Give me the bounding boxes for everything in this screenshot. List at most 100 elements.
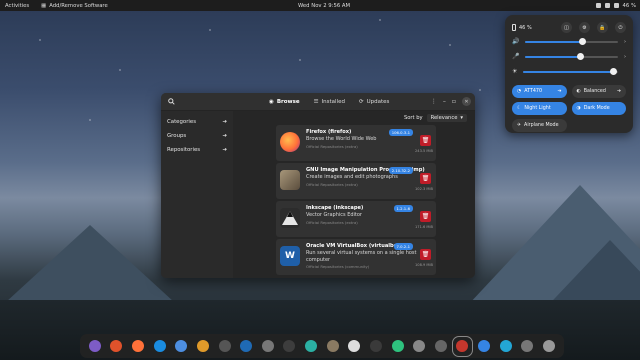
settings-launcher[interactable]	[411, 338, 428, 355]
power-mode-icon: ◐	[576, 89, 581, 94]
search-button[interactable]	[166, 97, 176, 107]
sidebar-item-categories[interactable]: Categories ➔	[161, 115, 233, 129]
trash-launcher[interactable]	[519, 338, 536, 355]
dark-mode-toggle[interactable]: ◑ Dark Mode	[571, 102, 626, 115]
slider-knob[interactable]	[609, 67, 617, 75]
edge-launcher[interactable]	[151, 338, 168, 355]
minimize-icon[interactable]: –	[443, 98, 446, 105]
budgie-launcher[interactable]	[86, 338, 103, 355]
terminal-launcher[interactable]	[281, 338, 298, 355]
list-item[interactable]: Inkscape (inkscape) Vector Graphics Edit…	[276, 201, 436, 237]
sort-dropdown[interactable]: Relevance ▾	[426, 114, 467, 122]
lock-icon[interactable]: 🔒	[597, 22, 608, 33]
app-grid-icon	[542, 340, 555, 352]
files-launcher[interactable]	[173, 338, 190, 355]
app-name: Firefox (firefox)	[306, 129, 352, 135]
volume-slider-row: 🔊 ›	[512, 34, 626, 49]
power-icon[interactable]: ⏻	[615, 22, 626, 33]
gimp-icon	[280, 170, 300, 190]
night-light-icon: ☾	[517, 106, 522, 111]
close-icon[interactable]: ✕	[462, 97, 471, 106]
list-item[interactable]: GNU Image Manipulation Program (gimp) Cr…	[276, 163, 436, 199]
dock	[80, 334, 564, 358]
slider-fill	[523, 70, 614, 73]
app-description: Create images and edit photographs	[306, 174, 398, 180]
software-center-launcher[interactable]	[303, 338, 320, 355]
mic-slider[interactable]	[525, 52, 618, 60]
chevron-right-icon[interactable]: ›	[624, 54, 626, 60]
gimp-launcher[interactable]	[324, 338, 341, 355]
tab-installed[interactable]: ☰ Installed	[308, 97, 351, 107]
brightness-slider[interactable]	[523, 67, 618, 75]
remove-button[interactable]: 🗑	[420, 173, 431, 184]
arrow-right-icon[interactable]: ➔	[617, 89, 621, 94]
screenshot-icon[interactable]: ◫	[561, 22, 572, 33]
night-light-toggle[interactable]: ☾ Night Light	[512, 102, 567, 115]
toggle-label: Balanced	[583, 89, 606, 94]
sidebar-item-label: Repositories	[167, 147, 201, 153]
list-item[interactable]: Firefox (firefox) Browse the World Wide …	[276, 125, 436, 161]
quick-settings-header: 46 % ◫ ⚙ 🔒 ⏻	[512, 21, 626, 34]
chevron-right-icon[interactable]: ›	[624, 39, 626, 45]
app-description: Browse the World Wide Web	[306, 136, 377, 142]
list-item[interactable]: W Oracle VM VirtualBox (virtualbox) Run …	[276, 239, 436, 275]
remove-button[interactable]: 🗑	[420, 135, 431, 146]
firefox-launcher[interactable]	[130, 338, 147, 355]
activities-button[interactable]: Activities	[5, 3, 29, 9]
terminal-icon	[283, 340, 296, 352]
software-launcher[interactable]	[451, 335, 473, 357]
system-tray[interactable]: 46 %	[595, 2, 636, 9]
menu-icon[interactable]: ⋮	[431, 98, 437, 105]
disk-launcher[interactable]	[432, 338, 449, 355]
photo-viewer-launcher[interactable]	[216, 338, 233, 355]
software-icon	[456, 340, 469, 352]
budgie-icon	[88, 340, 101, 352]
screenshot-icon	[261, 340, 274, 352]
app-size: 108.9 MiB	[415, 263, 433, 267]
layers-launcher[interactable]	[194, 338, 211, 355]
sidebar-item-repositories[interactable]: Repositories ➔	[161, 143, 233, 157]
wifi-icon: ◔	[517, 89, 522, 94]
globe-launcher[interactable]	[497, 338, 514, 355]
settings-icon[interactable]: ⚙	[579, 22, 590, 33]
quick-settings-menu: 46 % ◫ ⚙ 🔒 ⏻ 🔊 › 🎤 › ☀ ›	[505, 15, 633, 133]
dark-mode-icon: ◑	[576, 106, 581, 111]
volume-slider[interactable]	[525, 37, 618, 45]
clock[interactable]: Wed Nov 2 9:56 AM	[298, 3, 350, 9]
power-mode-toggle[interactable]: ◐ Balanced ➔	[571, 85, 626, 98]
qbittorrent-icon	[478, 340, 491, 352]
screenshot-launcher[interactable]	[259, 338, 276, 355]
virtualbox-launcher[interactable]	[238, 338, 255, 355]
arrow-right-icon[interactable]: ➔	[557, 89, 561, 94]
version-badge: 2.10.32-2	[388, 167, 413, 174]
remove-button[interactable]: 🗑	[420, 211, 431, 222]
garuda-launcher[interactable]	[108, 338, 125, 355]
search-icon	[167, 98, 175, 105]
maximize-icon[interactable]: ▫	[452, 98, 456, 105]
qbittorrent-launcher[interactable]	[476, 338, 493, 355]
arrow-right-icon: ➔	[222, 147, 227, 153]
tab-label: Installed	[321, 99, 345, 105]
app-list-panel: Sort by Relevance ▾ Firefox (firefox) Br…	[233, 111, 475, 278]
virtualbox-icon: W	[280, 246, 300, 266]
remove-button[interactable]: 🗑	[420, 249, 431, 260]
trash-icon: 🗑	[421, 175, 430, 182]
tab-updates[interactable]: ⟳ Updates	[353, 97, 395, 107]
sidebar-item-label: Categories	[167, 119, 197, 125]
battery-percentage: 46 %	[622, 2, 636, 9]
slider-knob[interactable]	[577, 52, 585, 60]
inkscape-launcher[interactable]	[346, 338, 363, 355]
slider-knob[interactable]	[579, 37, 587, 45]
photo-viewer-icon	[218, 340, 231, 352]
console-launcher[interactable]	[367, 338, 384, 355]
app-menu[interactable]: ▦ Add/Remove Software	[41, 3, 108, 9]
tab-browse[interactable]: ◉ Browse	[263, 97, 306, 107]
sidebar-item-groups[interactable]: Groups ➔	[161, 129, 233, 143]
app-repository: Official Repositories (extra)	[306, 219, 358, 225]
wifi-toggle[interactable]: ◔ ATT470 ➔	[512, 85, 567, 98]
brightness-icon: ☀	[512, 68, 518, 75]
monitor-launcher[interactable]	[389, 338, 406, 355]
app-grid-launcher[interactable]	[540, 338, 557, 355]
airplane-mode-toggle[interactable]: ✈ Airplane Mode	[512, 119, 567, 132]
volume-icon: 🔊	[512, 38, 520, 45]
